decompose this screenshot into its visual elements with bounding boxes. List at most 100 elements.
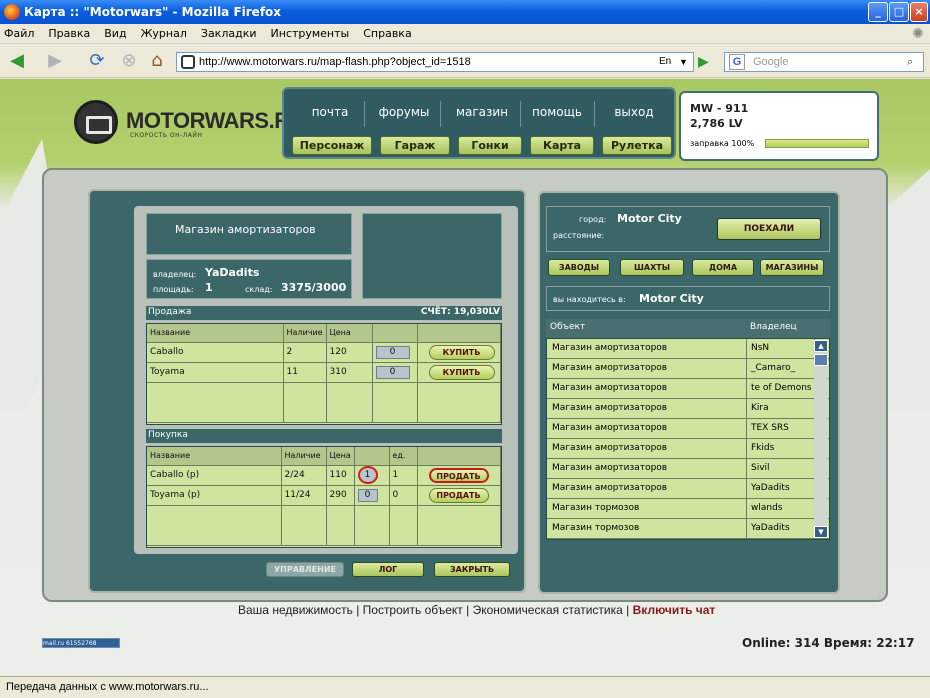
logo-icon[interactable]	[74, 100, 118, 144]
address-bar[interactable]: http://www.motorwars.ru/map-flash.php?ob…	[176, 52, 694, 72]
quantity-input[interactable]: 1	[357, 466, 378, 484]
nav-button-map[interactable]: Карта	[530, 136, 594, 155]
buy-section-header: Покупка	[146, 429, 502, 443]
item-name: Caballo	[147, 342, 284, 363]
category-shops[interactable]: МАГАЗИНЫ	[760, 259, 824, 276]
menu-history[interactable]: Журнал	[141, 27, 187, 40]
buy-button[interactable]: КУПИТЬ	[428, 364, 495, 380]
go-button[interactable]: ПОЕХАЛИ	[717, 218, 821, 240]
scroll-down-icon[interactable]: ▼	[814, 526, 828, 538]
manage-button[interactable]: УПРАВЛЕНИЕ	[266, 562, 344, 577]
item-availability: 11/24	[281, 485, 327, 506]
table-row: Caballo 2 120 0 КУПИТЬ	[147, 342, 501, 363]
table-row: Toyama 11 310 0 КУПИТЬ	[147, 362, 501, 383]
nav-button-garage[interactable]: Гараж	[380, 136, 450, 155]
table-row: Toyama (p) 11/24 290 0 0 ПРОДАТЬ	[147, 485, 501, 506]
col-object: Объект	[550, 322, 586, 332]
buy-table-grid: Название Наличие Цена ед. Caballo (p) 2/…	[147, 447, 501, 546]
category-houses[interactable]: ДОМА	[692, 259, 754, 276]
link-forums[interactable]: форумы	[376, 105, 432, 119]
minimize-button[interactable]: _	[868, 2, 888, 22]
object-list: Магазин амортизаторов NsN Магазин амортиз…	[546, 338, 830, 540]
list-item[interactable]: Магазин тормозов wlands	[547, 499, 829, 519]
col-qty	[354, 447, 390, 466]
nav-button-races[interactable]: Гонки	[458, 136, 522, 155]
object-owner: te of Demons	[747, 379, 815, 398]
list-item[interactable]: Магазин амортизаторов Sivil	[547, 459, 829, 479]
list-item[interactable]: Магазин амортизаторов Fkids	[547, 439, 829, 459]
menu-help[interactable]: Справка	[363, 27, 411, 40]
table-header-row: Название Наличие Цена ед.	[147, 447, 501, 466]
sell-button[interactable]: ПРОДАТЬ	[428, 487, 489, 503]
col-name: Название	[147, 447, 282, 466]
mailru-counter[interactable]: mail.ru 61552768	[42, 638, 120, 648]
link-economic-stats[interactable]: Экономическая статистика	[473, 603, 623, 617]
item-unit: 0	[389, 485, 418, 506]
list-item[interactable]: Магазин амортизаторов NsN	[547, 339, 829, 359]
item-name: Toyama	[147, 362, 284, 383]
location-name: Motor City	[639, 292, 704, 305]
buy-table: Название Наличие Цена ед. Caballo (p) 2/…	[146, 446, 502, 548]
link-logout[interactable]: выход	[606, 105, 662, 119]
object-list-scrollbar[interactable]: ▲ ▼	[814, 340, 828, 538]
stop-icon[interactable]: ⊗	[118, 49, 140, 73]
home-icon[interactable]: ⌂	[146, 49, 168, 73]
category-mines[interactable]: ШАХТЫ	[620, 259, 684, 276]
sale-title: Продажа	[148, 307, 192, 317]
firefox-icon	[4, 4, 20, 20]
col-action	[417, 447, 501, 466]
site-logo[interactable]: MOTORWARS.RU	[126, 108, 305, 134]
player-money: 2,786 LV	[690, 117, 743, 130]
object-name: Магазин амортизаторов	[547, 439, 747, 458]
list-item[interactable]: Магазин амортизаторов _Camaro_	[547, 359, 829, 379]
table-row: Caballo (p) 2/24 110 1 1 ПРОДАТЬ	[147, 465, 501, 486]
go-icon[interactable]: ▶	[698, 52, 716, 72]
link-help[interactable]: помощь	[528, 105, 586, 119]
divider	[520, 101, 521, 127]
divider	[440, 101, 441, 127]
link-enable-chat[interactable]: Включить чат	[633, 603, 716, 617]
search-input[interactable]: G Google ⌕	[724, 52, 924, 72]
menu-tools[interactable]: Инструменты	[271, 27, 350, 40]
fuel-label: заправка 100%	[690, 139, 755, 148]
nav-button-character[interactable]: Персонаж	[292, 136, 372, 155]
google-icon[interactable]: G	[729, 54, 745, 70]
menu-file[interactable]: Файл	[4, 27, 34, 40]
close-button[interactable]: ×	[910, 2, 928, 22]
dropdown-arrow-icon[interactable]: ▼	[679, 53, 688, 71]
menu-bookmarks[interactable]: Закладки	[201, 27, 257, 40]
list-item[interactable]: Магазин амортизаторов te of Demons	[547, 379, 829, 399]
list-item[interactable]: Магазин тормозов YaDadits	[547, 519, 829, 539]
category-factories[interactable]: ЗАВОДЫ	[548, 259, 610, 276]
account-balance: СЧЁТ: 19,030LV	[420, 307, 500, 317]
object-name: Магазин тормозов	[547, 519, 747, 538]
menu-edit[interactable]: Правка	[48, 27, 90, 40]
item-name: Caballo (p)	[147, 465, 282, 486]
quantity-input[interactable]: 0	[375, 365, 410, 379]
link-mail[interactable]: почта	[302, 105, 358, 119]
divider	[364, 101, 365, 127]
scroll-up-icon[interactable]: ▲	[814, 340, 828, 352]
buy-button[interactable]: КУПИТЬ	[428, 344, 495, 360]
link-my-property[interactable]: Ваша недвижимость	[238, 603, 353, 617]
close-shop-button[interactable]: ЗАКРЫТЬ	[434, 562, 510, 577]
list-item[interactable]: Магазин амортизаторов Kira	[547, 399, 829, 419]
menu-view[interactable]: Вид	[104, 27, 126, 40]
list-item[interactable]: Магазин амортизаторов YaDadits	[547, 479, 829, 499]
magnifier-icon[interactable]: ⌕	[907, 53, 913, 71]
link-shop[interactable]: магазин	[452, 105, 512, 119]
back-arrow-icon[interactable]: ◀	[6, 49, 28, 73]
scroll-thumb[interactable]	[814, 354, 828, 366]
item-price: 120	[326, 342, 373, 363]
link-build-object[interactable]: Построить объект	[363, 603, 463, 617]
object-owner: YaDadits	[747, 519, 815, 538]
reload-icon[interactable]: ⟳	[86, 49, 108, 73]
quantity-input[interactable]: 0	[375, 345, 410, 359]
quantity-input[interactable]: 0	[357, 488, 378, 502]
maximize-button[interactable]: □	[889, 2, 909, 22]
forward-arrow-icon[interactable]: ▶	[44, 49, 66, 73]
nav-button-roulette[interactable]: Рулетка	[602, 136, 672, 155]
log-button[interactable]: ЛОГ	[352, 562, 424, 577]
sell-button[interactable]: ПРОДАТЬ	[428, 467, 489, 483]
list-item[interactable]: Магазин амортизаторов TEX SRS	[547, 419, 829, 439]
